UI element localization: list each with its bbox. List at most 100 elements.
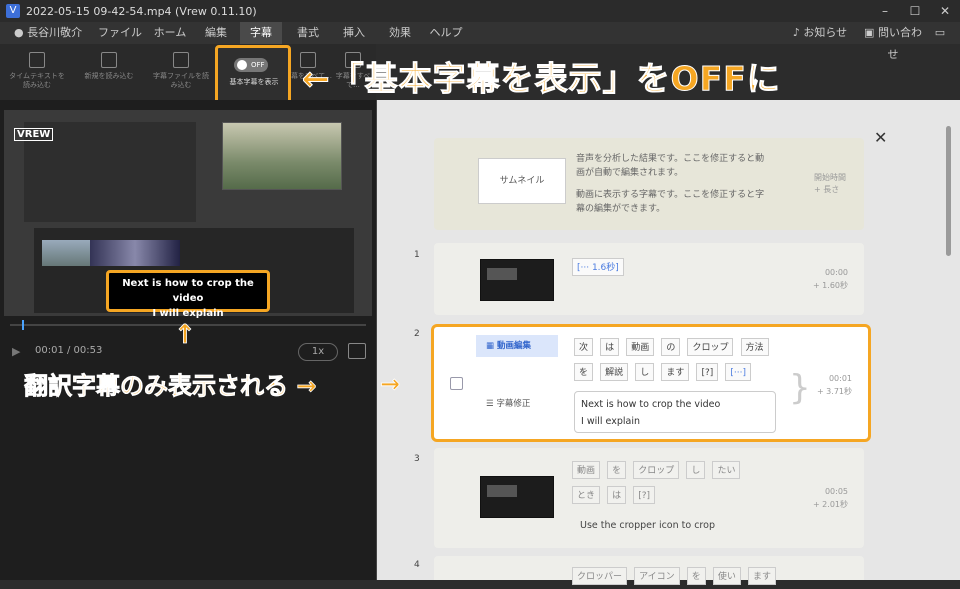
word-chip[interactable]: 動画: [572, 461, 601, 479]
maximize-button[interactable]: ☐: [900, 0, 930, 22]
word-chip[interactable]: を: [686, 567, 706, 585]
preview-dog-video: [222, 122, 342, 190]
row-thumbnail: [480, 259, 554, 301]
user-icon: ●: [14, 26, 24, 39]
header-length: + 長さ: [814, 185, 840, 194]
window-title: 2022-05-15 09-42-54.mp4 (Vrew 0.11.10): [26, 4, 257, 18]
preview-clip: [42, 240, 90, 266]
row-checkbox[interactable]: [450, 377, 463, 390]
word-chip[interactable]: 動画: [626, 338, 655, 356]
word-chip[interactable]: 使い: [712, 567, 741, 585]
subtitle-fix-tag: ☰ 字幕修正: [486, 399, 531, 409]
row-words: 動画 を クロップ し たい とき は [?]: [572, 458, 772, 508]
row-start: 00:01: [828, 374, 852, 383]
row-start: 00:05: [824, 487, 848, 496]
thumbnail-label: サムネイル: [478, 158, 566, 204]
transcript-row[interactable]: クロッパー アイコン を 使い ます: [434, 556, 864, 585]
word-chip[interactable]: クロッパー: [572, 567, 628, 585]
vrew-logo: VREW: [14, 128, 54, 141]
menu-insert[interactable]: 挿入: [334, 22, 374, 44]
word-chip[interactable]: [?]: [633, 486, 656, 504]
word-chip[interactable]: クロップ: [633, 461, 680, 479]
preview-clip: [90, 240, 180, 266]
toggle-knob: [237, 60, 247, 70]
menu-subtitles[interactable]: 字幕: [240, 22, 282, 44]
word-chip[interactable]: の: [661, 338, 681, 356]
row-number: 3: [414, 454, 420, 464]
transcript-row[interactable]: [··· 1.6秒] 00:00 + 1.60秒: [434, 243, 864, 315]
subtitle-input[interactable]: Next is how to crop the video I will exp…: [574, 391, 776, 433]
word-chip[interactable]: クロップ: [687, 338, 734, 356]
header-start-time: 開始時間: [814, 173, 846, 182]
annotation-up-arrow: ↑: [174, 320, 197, 351]
header-guide-card: サムネイル 音声を分析した結果です。ここを修正すると動画が自動で編集されます。 …: [434, 138, 864, 230]
annotation-top: ←「基本字幕を表示」をOFFに: [302, 59, 781, 99]
import-timetext-button[interactable]: タイムテキストを読み込む: [6, 44, 68, 100]
word-chip[interactable]: し: [635, 363, 655, 381]
row-thumbnail: [480, 476, 554, 518]
word-chip[interactable]: ます: [661, 363, 690, 381]
row-length: + 3.71秒: [816, 387, 852, 396]
row-words: クロッパー アイコン を 使い ます: [572, 564, 792, 589]
menu-edit[interactable]: 編集: [196, 22, 236, 44]
annotation-left: 翻訳字幕のみ表示される →: [24, 372, 317, 401]
menu-bar: ● 長谷川敬介 ファイル ホーム 編集 字幕 書式 挿入 効果 ヘルプ ♪ お知…: [0, 22, 960, 61]
user-name: 長谷川敬介: [27, 26, 83, 39]
basic-subtitle-label: 基本字幕を表示: [229, 78, 279, 86]
bell-icon: ♪: [792, 26, 800, 39]
row-start: 00:00: [824, 268, 848, 277]
playback-time: 00:01 / 00:53: [35, 345, 103, 356]
document-icon: [101, 52, 117, 68]
import-new-button[interactable]: 新規を読み込む: [78, 44, 140, 100]
word-chip[interactable]: とき: [572, 486, 601, 504]
contact-link[interactable]: ▣ 問い合わせ: [860, 22, 926, 61]
import-subtitle-file-button[interactable]: 字幕ファイルを読み込む: [150, 44, 212, 100]
row-number: 4: [414, 560, 420, 570]
word-chip[interactable]: 方法: [740, 338, 769, 356]
close-button[interactable]: ✕: [930, 0, 960, 22]
menu-effects[interactable]: 効果: [380, 22, 420, 44]
word-chip[interactable]: し: [686, 461, 706, 479]
row-subtitle[interactable]: Use the cropper icon to crop: [580, 520, 715, 531]
menu-file[interactable]: ファイル: [96, 22, 144, 44]
silence-word[interactable]: [··· 1.6秒]: [572, 258, 624, 276]
play-icon[interactable]: ▶: [12, 345, 20, 358]
title-bar: V 2022-05-15 09-42-54.mp4 (Vrew 0.11.10)…: [0, 0, 960, 22]
silence-word[interactable]: [···]: [725, 363, 751, 381]
document-icon: [173, 52, 189, 68]
video-subtitle-overlay: Next is how to crop the video I will exp…: [106, 270, 270, 319]
word-chip[interactable]: アイコン: [634, 567, 680, 585]
word-chip[interactable]: 解説: [600, 363, 629, 381]
expand-icon[interactable]: ▭: [932, 22, 948, 44]
seek-handle[interactable]: [22, 320, 24, 330]
document-icon: [29, 52, 45, 68]
row-length: + 1.60秒: [812, 281, 848, 290]
menu-format[interactable]: 書式: [288, 22, 328, 44]
film-icon: ▦: [486, 341, 497, 351]
notifications-link[interactable]: ♪ お知らせ: [790, 22, 850, 44]
menu-help[interactable]: ヘルプ: [426, 22, 466, 44]
word-chip[interactable]: たい: [712, 461, 741, 479]
scrollbar[interactable]: [946, 126, 951, 256]
transcript-row-selected[interactable]: ▦ 動画編集 ☰ 字幕修正 次 は 動画 の クロップ 方法 を 解説 し ます…: [431, 324, 871, 442]
word-chip[interactable]: 次: [574, 338, 594, 356]
video-edit-tag: ▦ 動画編集: [476, 335, 558, 357]
word-chip[interactable]: ます: [747, 567, 776, 585]
basic-subtitle-toggle[interactable]: OFF: [234, 58, 268, 72]
row-number: 1: [414, 250, 420, 260]
word-chip[interactable]: [?]: [696, 363, 719, 381]
header-text-analysis: 音声を分析した結果です。ここを修正すると動画が自動で編集されます。: [576, 154, 765, 178]
speed-button[interactable]: 1x: [298, 343, 338, 361]
fullscreen-icon[interactable]: [348, 343, 366, 359]
word-chip[interactable]: を: [607, 461, 627, 479]
user-menu[interactable]: ● 長谷川敬介: [14, 22, 94, 44]
word-chip[interactable]: は: [600, 338, 620, 356]
close-header-icon[interactable]: ✕: [874, 128, 887, 147]
minimize-button[interactable]: –: [870, 0, 900, 22]
lines-icon: ☰: [486, 399, 497, 409]
word-chip[interactable]: は: [607, 486, 627, 504]
row-words: 次 は 動画 の クロップ 方法 を 解説 し ます [?] [···]: [574, 335, 774, 385]
menu-home[interactable]: ホーム: [150, 22, 190, 44]
transcript-row[interactable]: 動画 を クロップ し たい とき は [?] Use the cropper …: [434, 448, 864, 548]
word-chip[interactable]: を: [574, 363, 594, 381]
